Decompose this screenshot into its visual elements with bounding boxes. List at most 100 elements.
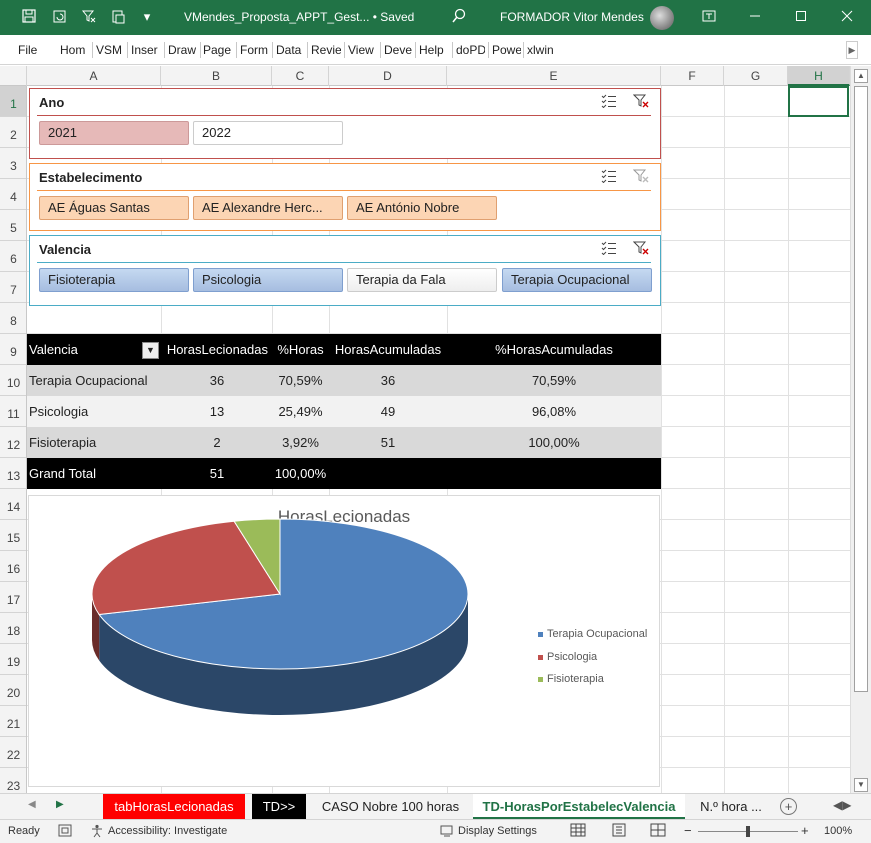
pie-plot-area[interactable] (29, 496, 661, 788)
save-icon[interactable] (20, 8, 38, 26)
row-header[interactable]: 16 (0, 551, 26, 582)
tab-view[interactable]: View (348, 43, 377, 57)
tab-formulas[interactable]: Form (240, 43, 269, 57)
tab-vsm[interactable]: VSM (96, 43, 124, 57)
pivot-cell-value[interactable]: 36 (329, 365, 447, 396)
minimize-button[interactable] (732, 0, 778, 35)
paste-values-icon[interactable] (109, 8, 127, 26)
split-view-icon[interactable]: ◀▶ (833, 798, 851, 812)
pivot-cell-label[interactable]: Fisioterapia (29, 427, 161, 458)
row-header[interactable]: 22 (0, 737, 26, 768)
ribbon-scroll-right-icon[interactable]: ▶ (846, 41, 858, 59)
slicer-item-2021[interactable]: 2021 (39, 121, 189, 145)
pivot-cell-value[interactable]: 13 (162, 396, 272, 427)
worksheet-grid[interactable]: Ano 2021 2022 Estabelecimento AE Águas S… (27, 86, 850, 793)
tab-xlwings[interactable]: xlwin (527, 43, 558, 57)
tab-home[interactable]: Hom (60, 43, 88, 57)
table-row[interactable]: Fisioterapia 2 3,92% 51 100,00% (27, 427, 661, 458)
slicer-item-terapia-ocupacional[interactable]: Terapia Ocupacional (502, 268, 652, 292)
row-header[interactable]: 10 (0, 365, 26, 396)
row-header[interactable]: 1 (0, 86, 26, 117)
pivot-cell-value[interactable]: 49 (329, 396, 447, 427)
tab-insert[interactable]: Inser (131, 43, 161, 57)
pivot-cell-value[interactable]: 51 (329, 427, 447, 458)
row-header[interactable]: 17 (0, 582, 26, 613)
tab-scroll-right-icon[interactable]: ▶ (56, 799, 64, 810)
slicer-ano[interactable]: Ano 2021 2022 (29, 88, 661, 159)
row-header[interactable]: 15 (0, 520, 26, 551)
row-header[interactable]: 18 (0, 613, 26, 644)
column-header-a[interactable]: A (27, 66, 161, 86)
pivot-cell-value[interactable]: 70,59% (447, 365, 661, 396)
zoom-in-icon[interactable]: + (801, 823, 809, 838)
column-header-e[interactable]: E (447, 66, 661, 86)
slicer-item-ae-antonio-nobre[interactable]: AE António Nobre (347, 196, 497, 220)
tab-help[interactable]: Help (419, 43, 449, 57)
sheet-tab-caso-nobre[interactable]: CASO Nobre 100 horas (312, 794, 469, 819)
zoom-slider-thumb[interactable] (746, 826, 750, 837)
ribbon-display-icon[interactable] (686, 0, 732, 35)
scroll-up-icon[interactable]: ▲ (854, 69, 868, 83)
pivot-cell-value[interactable]: 51 (162, 458, 272, 489)
column-header-c[interactable]: C (272, 66, 329, 86)
table-row[interactable]: Psicologia 13 25,49% 49 96,08% (27, 396, 661, 427)
pivot-cell-label[interactable]: Psicologia (29, 396, 161, 427)
column-header-g[interactable]: G (724, 66, 788, 86)
tab-page-layout[interactable]: Page (203, 43, 233, 57)
zoom-level[interactable]: 100% (824, 825, 852, 837)
tab-draw[interactable]: Draw (168, 43, 197, 57)
row-header[interactable]: 9 (0, 334, 26, 365)
pivot-cell-label[interactable]: Terapia Ocupacional (29, 365, 161, 396)
multi-select-icon[interactable] (600, 241, 618, 257)
row-header[interactable]: 12 (0, 427, 26, 458)
row-header[interactable]: 13 (0, 458, 26, 489)
sheet-tab-n-horas[interactable]: N.º hora ... (690, 794, 772, 819)
slicer-item-ae-aguas-santas[interactable]: AE Águas Santas (39, 196, 189, 220)
page-layout-view-icon[interactable] (611, 823, 627, 840)
zoom-out-icon[interactable]: − (684, 823, 692, 838)
column-header-b[interactable]: B (161, 66, 272, 86)
legend-item[interactable]: Terapia Ocupacional (538, 628, 647, 640)
clear-filter-icon[interactable] (632, 169, 650, 185)
multi-select-icon[interactable] (600, 169, 618, 185)
sheet-tab-tabhoraslecionadas[interactable]: tabHorasLecionadas (103, 794, 245, 819)
pivot-cell-value[interactable]: 100,00% (272, 458, 329, 489)
row-header[interactable]: 14 (0, 489, 26, 520)
close-button[interactable] (824, 0, 870, 35)
tab-scroll-left-icon[interactable]: ◀ (28, 799, 36, 810)
column-header-f[interactable]: F (661, 66, 724, 86)
document-title[interactable]: VMendes_Proposta_APPT_Gest... • Saved (184, 10, 414, 24)
pivot-cell-value[interactable]: 96,08% (447, 396, 661, 427)
tab-file[interactable]: File (18, 43, 37, 57)
slicer-item-fisioterapia[interactable]: Fisioterapia (39, 268, 189, 292)
clear-filter-icon[interactable] (632, 241, 650, 257)
maximize-button[interactable] (778, 0, 824, 35)
search-icon[interactable] (450, 8, 468, 26)
customize-qat-icon[interactable]: ▾ (138, 8, 156, 26)
add-sheet-icon[interactable]: + (780, 798, 797, 815)
pivot-grand-total-row[interactable]: Grand Total 51 100,00% (27, 458, 661, 489)
tab-power-pivot[interactable]: Powe (492, 43, 521, 57)
pivot-cell-value[interactable]: 36 (162, 365, 272, 396)
slicer-item-ae-alexandre-herculano[interactable]: AE Alexandre Herc... (193, 196, 343, 220)
column-header-d[interactable]: D (329, 66, 447, 86)
clear-filter-icon[interactable] (632, 94, 650, 110)
accessibility-icon[interactable] (90, 824, 104, 841)
display-settings-label[interactable]: Display Settings (458, 825, 537, 837)
slicer-item-psicologia[interactable]: Psicologia (193, 268, 343, 292)
row-header[interactable]: 23 (0, 768, 26, 793)
row-header[interactable]: 2 (0, 117, 26, 148)
row-header[interactable]: 11 (0, 396, 26, 427)
tab-dopdf[interactable]: doPD (456, 43, 485, 57)
row-header[interactable]: 21 (0, 706, 26, 737)
row-header[interactable]: 8 (0, 303, 26, 334)
row-header[interactable]: 5 (0, 210, 26, 241)
row-header[interactable]: 7 (0, 272, 26, 303)
user-name[interactable]: FORMADOR Vitor Mendes (500, 10, 644, 24)
pivot-cell-value[interactable]: 70,59% (272, 365, 329, 396)
legend-item[interactable]: Fisioterapia (538, 673, 604, 685)
selected-cell-h1[interactable] (788, 86, 849, 117)
multi-select-icon[interactable] (600, 94, 618, 110)
pivot-cell-value[interactable]: 100,00% (447, 427, 661, 458)
select-all-corner[interactable] (0, 66, 27, 86)
